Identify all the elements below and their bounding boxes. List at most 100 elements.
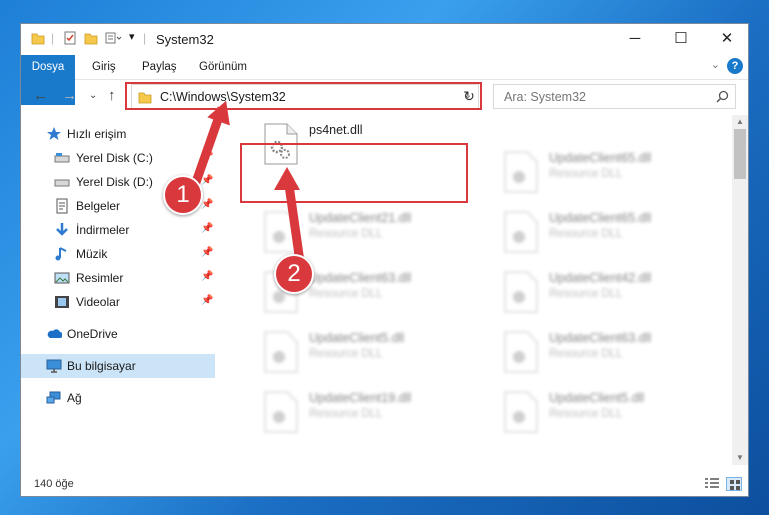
dll-file-icon	[264, 391, 298, 433]
navigation-pane: Hızlı erişim Yerel Disk (C:) 📌 Yerel Dis…	[21, 115, 217, 465]
file-item[interactable]: UpdateClient5.dll Resource DLL	[243, 325, 443, 375]
status-bar: 140 öğe	[21, 473, 748, 496]
refresh-button[interactable]: ↻	[458, 84, 480, 109]
title-bar: | ▾ | System32 ─ ☐ ✕	[21, 24, 748, 55]
pin-icon[interactable]: 📌	[201, 271, 213, 282]
sidebar-item-label: Hızlı erişim	[67, 127, 127, 141]
file-type: Resource DLL	[549, 168, 623, 180]
vertical-scrollbar[interactable]: ▲ ▼	[732, 115, 748, 465]
properties-icon[interactable]	[63, 31, 77, 45]
documents-icon	[56, 198, 68, 214]
sidebar-item-this-pc[interactable]: Bu bilgisayar	[21, 354, 215, 378]
recent-locations-icon[interactable]: ⌄	[89, 90, 97, 101]
search-box[interactable]	[493, 84, 736, 109]
sidebar-item-quick-access[interactable]: Hızlı erişim	[21, 122, 215, 146]
ribbon-tabs: Dosya Giriş Paylaş Görünüm ⌄ ?	[21, 55, 748, 105]
file-item[interactable]: UpdateClient65.dll Resource DLL	[483, 205, 683, 255]
navigation-bar: ← → ⌄ ↑ C:\Windows\System32 ⌄ ↻	[21, 79, 748, 115]
tab-home[interactable]: Giriş	[92, 55, 116, 79]
explorer-window: | ▾ | System32 ─ ☐ ✕ Dosya Giriş Paylaş …	[20, 23, 749, 497]
scrollbar-thumb[interactable]	[734, 129, 746, 179]
expand-ribbon-icon[interactable]: ⌄	[711, 58, 720, 71]
sidebar-item-downloads[interactable]: İndirmeler 📌	[21, 218, 215, 242]
pin-icon[interactable]: 📌	[201, 199, 213, 210]
scroll-down-icon[interactable]: ▼	[732, 451, 748, 465]
computer-icon	[46, 359, 62, 373]
tab-share[interactable]: Paylaş	[142, 55, 177, 79]
sidebar-item-local-disk-d[interactable]: Yerel Disk (D:) 📌	[21, 170, 215, 194]
sidebar-item-label: OneDrive	[67, 327, 118, 341]
file-type: Resource DLL	[309, 288, 383, 300]
address-path: C:\Windows\System32	[160, 90, 286, 104]
forward-button[interactable]: →	[62, 87, 77, 104]
pin-icon[interactable]: 📌	[201, 247, 213, 258]
file-name: UpdateClient5.dll	[309, 331, 405, 345]
tab-view[interactable]: Görünüm	[199, 55, 247, 79]
maximize-button[interactable]: ☐	[658, 24, 704, 55]
dll-file-icon	[264, 271, 298, 313]
sidebar-item-local-disk-c[interactable]: Yerel Disk (C:) 📌	[21, 146, 215, 170]
separator: |	[51, 31, 55, 45]
details-view-icon[interactable]	[704, 477, 720, 491]
music-icon	[55, 247, 67, 261]
dll-file-icon	[264, 331, 298, 373]
sidebar-item-label: Müzik	[76, 247, 108, 261]
drive-icon	[54, 179, 70, 187]
file-type: Resource DLL	[549, 288, 623, 300]
dll-file-icon	[264, 211, 298, 253]
sidebar-item-label: İndirmeler	[76, 223, 130, 237]
new-folder-icon[interactable]	[84, 31, 98, 45]
close-button[interactable]: ✕	[704, 24, 748, 55]
file-item[interactable]: UpdateClient63.dll Resource DLL	[483, 325, 683, 375]
file-type: Resource DLL	[309, 408, 383, 420]
dll-file-icon	[504, 211, 538, 253]
dll-file-icon	[504, 151, 538, 193]
file-item[interactable]: UpdateClient21.dll Resource DLL	[243, 205, 443, 255]
scroll-up-icon[interactable]: ▲	[732, 115, 748, 129]
file-name: UpdateClient63.dll	[549, 331, 652, 345]
pin-icon[interactable]: 📌	[201, 151, 213, 162]
file-item[interactable]: UpdateClient5.dll Resource DLL	[483, 385, 683, 435]
folder-icon	[138, 92, 152, 104]
search-input[interactable]	[502, 89, 706, 105]
dll-file-icon	[504, 271, 538, 313]
pin-icon[interactable]: 📌	[201, 175, 213, 186]
sidebar-item-onedrive[interactable]: OneDrive	[21, 322, 215, 346]
sidebar-item-label: Yerel Disk (D:)	[76, 175, 153, 189]
dll-file-icon	[504, 391, 538, 433]
file-list: ps4net.dll UpdateClient65.dll Resource D…	[221, 115, 731, 465]
drive-icon	[54, 153, 70, 163]
file-item[interactable]: UpdateClient65.dll Resource DLL	[483, 145, 683, 195]
large-icons-view-icon[interactable]	[726, 477, 742, 491]
file-name: UpdateClient5.dll	[549, 391, 645, 405]
sidebar-item-label: Belgeler	[76, 199, 121, 213]
minimize-button[interactable]: ─	[612, 24, 658, 55]
file-type: Resource DLL	[549, 348, 623, 360]
sidebar-item-videos[interactable]: Videolar 📌	[21, 290, 215, 314]
customize-toolbar-icon[interactable]	[105, 31, 123, 45]
file-item[interactable]: UpdateClient19.dll Resource DLL	[243, 385, 443, 435]
star-icon	[47, 127, 61, 140]
dll-file-icon	[504, 331, 538, 373]
file-item[interactable]: UpdateClient63.dll Resource DLL	[243, 265, 443, 315]
file-name: ps4net.dll	[309, 123, 363, 137]
separator: |	[143, 31, 147, 45]
back-button[interactable]: ←	[33, 87, 48, 104]
pin-icon[interactable]: 📌	[201, 295, 213, 306]
videos-icon	[55, 296, 69, 308]
file-type: Resource DLL	[309, 228, 383, 240]
sidebar-item-network[interactable]: Ağ	[21, 386, 215, 410]
sidebar-item-pictures[interactable]: Resimler 📌	[21, 266, 215, 290]
search-icon[interactable]	[716, 90, 729, 103]
sidebar-item-documents[interactable]: Belgeler 📌	[21, 194, 215, 218]
help-icon[interactable]: ?	[727, 58, 743, 74]
quick-access-dropdown-icon[interactable]: ▾	[129, 30, 135, 43]
file-item[interactable]: UpdateClient42.dll Resource DLL	[483, 265, 683, 315]
pin-icon[interactable]: 📌	[201, 223, 213, 234]
pictures-icon	[54, 272, 70, 284]
sidebar-item-music[interactable]: Müzik 📌	[21, 242, 215, 266]
up-button[interactable]: ↑	[108, 87, 116, 104]
address-bar[interactable]: C:\Windows\System32 ⌄	[131, 84, 479, 109]
file-name: UpdateClient65.dll	[549, 151, 652, 165]
highlight-box	[240, 143, 468, 203]
